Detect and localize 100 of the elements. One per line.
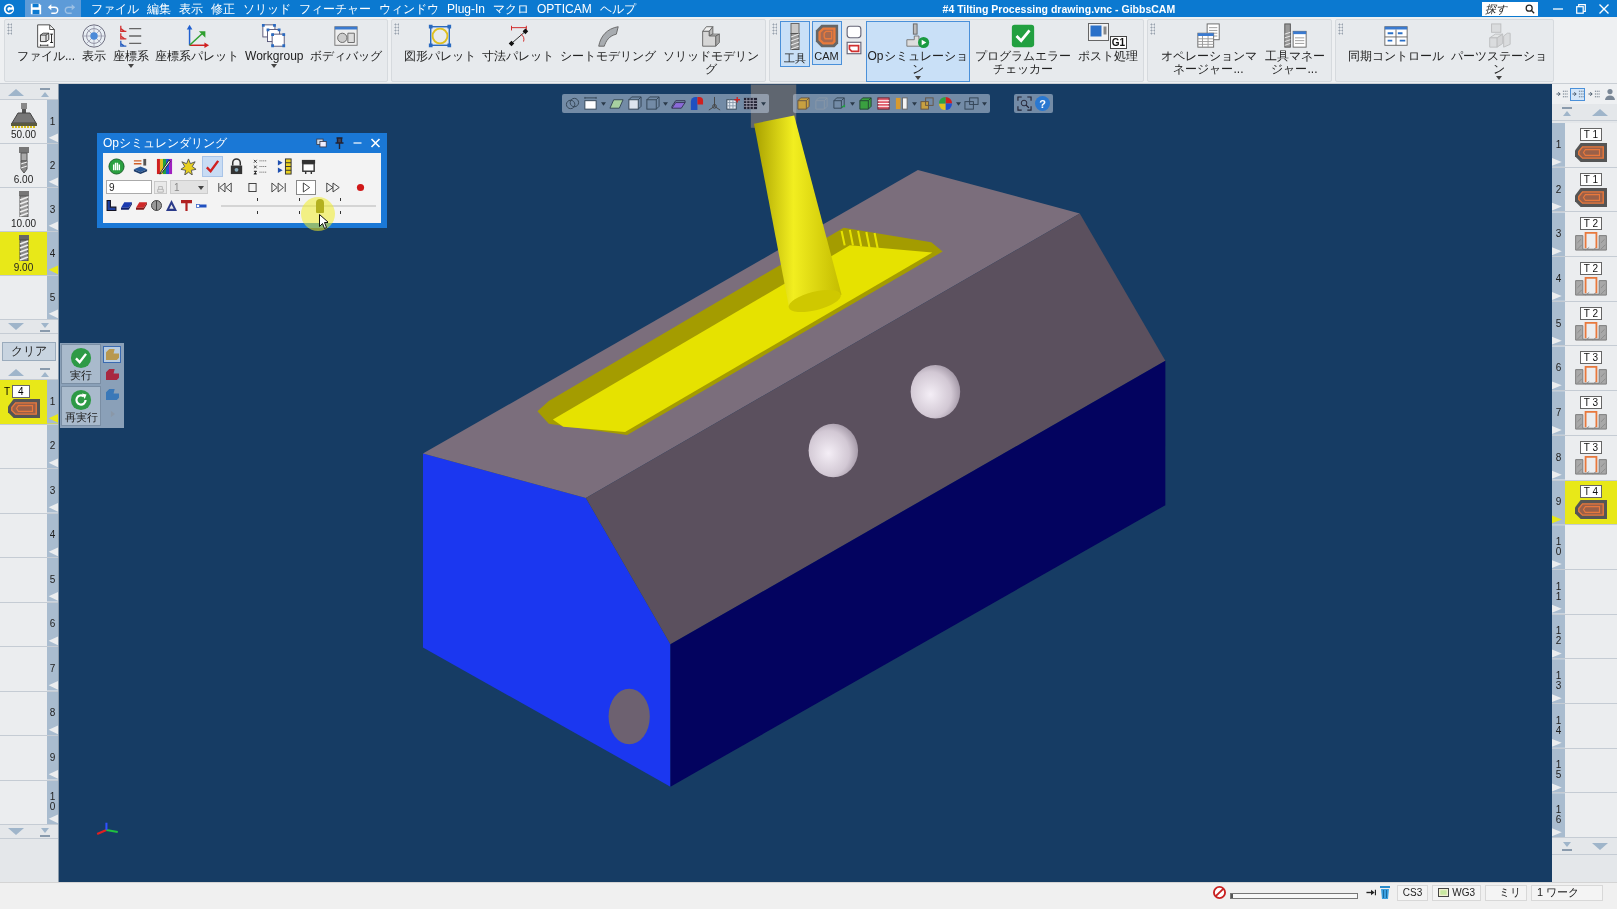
bar-icon[interactable] xyxy=(196,203,207,208)
toolbar-grip[interactable] xyxy=(393,23,399,35)
color-wheel-icon[interactable] xyxy=(938,96,953,111)
operation-tile[interactable]: 7 T 3 xyxy=(1552,391,1617,436)
tool-tile[interactable]: 6.00 2 xyxy=(0,144,58,188)
menu-item[interactable]: フィーチャー xyxy=(299,0,371,17)
toolbar-button[interactable]: シートモデリング xyxy=(557,21,658,65)
grid-plus-icon[interactable] xyxy=(725,96,740,111)
operation-tile[interactable]: 8 xyxy=(0,691,58,736)
zoom-fit-icon[interactable] xyxy=(1017,96,1032,111)
no-entry-icon[interactable] xyxy=(1212,886,1226,899)
run-button[interactable]: 再実行 xyxy=(61,386,101,426)
tool-list-icon[interactable] xyxy=(1281,23,1308,49)
windows-icon[interactable] xyxy=(964,96,979,111)
toolbar-button[interactable]: ファイル... xyxy=(15,21,77,65)
columns-icon[interactable] xyxy=(894,96,909,111)
block-icon[interactable] xyxy=(136,201,147,210)
operation-tile[interactable]: 10 xyxy=(1552,525,1617,570)
toolbar-grip[interactable] xyxy=(7,23,12,35)
bottom-arrow-icon[interactable] xyxy=(1561,841,1574,851)
play-icon[interactable] xyxy=(301,181,311,193)
operation-tile[interactable]: 6 T 3 xyxy=(1552,346,1617,392)
menu-item[interactable]: 修正 xyxy=(211,0,235,17)
toolbar-button[interactable]: 工具 xyxy=(779,21,810,67)
corner-list-icon[interactable] xyxy=(118,23,144,49)
toolbar-grip[interactable] xyxy=(1149,23,1155,35)
cone-icon[interactable] xyxy=(166,200,177,211)
top-arrow-icon[interactable] xyxy=(38,367,51,378)
operation-tile[interactable]: 5 T 2 xyxy=(1552,301,1617,347)
mill-play-icon[interactable] xyxy=(904,23,931,49)
grid-icon[interactable] xyxy=(743,96,758,111)
caret-icon[interactable] xyxy=(663,101,668,106)
toolbar-button[interactable]: 表示 xyxy=(79,21,109,65)
stop-icon[interactable] xyxy=(247,181,257,193)
cube-arrow-icon[interactable] xyxy=(832,96,847,111)
check-circle-icon[interactable] xyxy=(70,347,92,369)
menu-item[interactable]: ファイル xyxy=(91,0,139,17)
operation-tile[interactable]: 7 xyxy=(0,647,58,692)
caret-icon[interactable] xyxy=(956,101,961,106)
toolbar-button[interactable]: 寸法パレット xyxy=(479,21,556,65)
menu-item[interactable]: ソリッド xyxy=(243,0,291,17)
arrow-to-bar-icon[interactable] xyxy=(1365,889,1376,896)
restore-icon[interactable] xyxy=(1576,3,1586,14)
overlap-cubes-icon[interactable] xyxy=(920,96,935,111)
toolbar-button[interactable]: プログラムエラーチェッカー xyxy=(971,21,1074,77)
toolbar-grip[interactable] xyxy=(1337,23,1343,35)
bottom-arrow-icon[interactable] xyxy=(38,826,51,837)
operation-number-field[interactable]: 9 xyxy=(106,180,152,194)
operation-tile[interactable]: 2 T 1 xyxy=(1552,167,1617,213)
caret-icon[interactable] xyxy=(914,76,921,80)
app-logo-icon[interactable] xyxy=(3,2,15,15)
contour-icon[interactable] xyxy=(845,41,862,55)
refresh-circle-icon[interactable] xyxy=(70,389,92,411)
save-icon[interactable] xyxy=(30,2,42,15)
menu-item[interactable]: ヘルプ xyxy=(599,0,636,17)
operation-tile[interactable]: 6 xyxy=(0,602,58,647)
help-button[interactable]: ? xyxy=(1035,96,1050,111)
run-button[interactable]: 実行 xyxy=(61,344,101,384)
dimension-frame-icon[interactable] xyxy=(583,96,598,111)
toolbar-button[interactable]: Workgroup xyxy=(243,21,306,70)
operation-tile[interactable]: 4 T 2 xyxy=(1552,257,1617,302)
toolbar-button[interactable]: ボディバッグ xyxy=(307,21,384,65)
block-icon[interactable] xyxy=(121,201,132,210)
tool-tile[interactable]: 10.00 3 xyxy=(0,188,58,232)
operation-tile[interactable]: 9 xyxy=(0,736,58,781)
search-field[interactable]: 探す xyxy=(1482,1,1524,16)
operation-tile[interactable]: 16 xyxy=(1552,793,1617,838)
shapes-window-icon[interactable] xyxy=(332,23,359,49)
tool-tile[interactable]: 5 xyxy=(0,276,58,320)
operation-tile[interactable]: 10 xyxy=(0,780,58,825)
check-icon[interactable] xyxy=(1009,23,1036,49)
tool-tile[interactable]: 50.00 1 xyxy=(0,100,58,144)
menu-item[interactable]: 編集 xyxy=(147,0,171,17)
operation-tile[interactable]: 9 T 4 xyxy=(1552,480,1617,526)
top-arrow-icon[interactable] xyxy=(1561,107,1574,117)
window-icon[interactable] xyxy=(845,25,862,39)
plane-view-icon[interactable] xyxy=(609,96,624,111)
operation-tile[interactable]: T 4 1 xyxy=(0,380,58,425)
operation-tile[interactable]: 3 xyxy=(0,469,58,514)
menu-item[interactable]: ウィンドウ xyxy=(379,0,439,17)
split-table-icon[interactable] xyxy=(1382,23,1409,49)
pin-icon[interactable] xyxy=(334,137,345,149)
slider-thumb[interactable] xyxy=(316,198,325,213)
end-mill-icon[interactable] xyxy=(787,23,802,51)
toolbar-button[interactable]: 座標系パレット xyxy=(153,21,241,65)
person-icon[interactable] xyxy=(1605,88,1615,100)
toolbar-button[interactable]: G1 ポスト処理 xyxy=(1075,21,1140,65)
toolbar-button[interactable]: オペレーションマネージャー... xyxy=(1157,21,1260,77)
monitor-icon[interactable] xyxy=(1087,23,1109,41)
bottom-arrow-icon[interactable] xyxy=(38,321,51,332)
axes-icon[interactable] xyxy=(184,23,210,49)
operation-tile[interactable]: 1 T 1 xyxy=(1552,123,1617,168)
toolbar-button[interactable]: 座標系 xyxy=(111,21,151,70)
operation-tile[interactable]: 14 xyxy=(1552,703,1617,749)
top-arrow-icon[interactable] xyxy=(38,87,51,98)
toolbar-button[interactable]: 工具マネージャー... xyxy=(1261,21,1328,77)
operation-tile[interactable]: 5 xyxy=(0,558,58,603)
caret-icon[interactable] xyxy=(982,101,987,106)
clear-button[interactable]: クリア xyxy=(2,342,56,361)
toolbar-button[interactable]: 図形パレット xyxy=(401,21,478,65)
